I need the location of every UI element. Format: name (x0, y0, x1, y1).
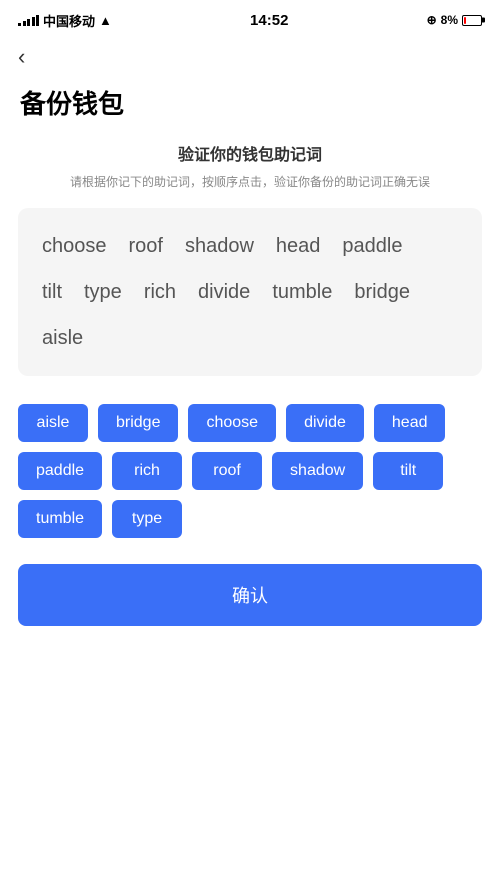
section-title: 验证你的钱包助记词 (0, 141, 500, 165)
clock: 14:52 (250, 12, 288, 29)
word-select-button[interactable]: bridge (98, 404, 178, 442)
word-select-button[interactable]: shadow (272, 452, 363, 490)
display-word: aisle (42, 320, 83, 356)
signal-icon (18, 14, 39, 26)
word-select-button[interactable]: roof (192, 452, 262, 490)
carrier-label: 中国移动 (43, 11, 95, 30)
word-select-button[interactable]: paddle (18, 452, 102, 490)
display-word: choose (42, 228, 107, 264)
status-right: ⊕ 8% (427, 13, 482, 27)
word-select-button[interactable]: rich (112, 452, 182, 490)
confirm-section: 确认 (0, 548, 500, 656)
word-display-list: choose roof shadow head paddle tilt type richdi… (42, 228, 458, 356)
battery-percent: 8% (441, 13, 458, 27)
display-word: rich (144, 274, 176, 310)
word-select-button[interactable]: tumble (18, 500, 102, 538)
display-word: paddle (342, 228, 402, 264)
display-word: roof (129, 228, 163, 264)
section-desc: 请根据你记下的助记词，按顺序点击，验证你备份的助记词正确无误 (0, 173, 500, 192)
display-word: type (84, 274, 122, 310)
word-select-button[interactable]: aisle (18, 404, 88, 442)
word-select-button[interactable]: head (374, 404, 446, 442)
status-left: 中国移动 ▲ (18, 11, 112, 30)
page-title: 备份钱包 (0, 74, 500, 141)
display-word: shadow (185, 228, 254, 264)
battery-icon (462, 15, 482, 26)
confirm-button[interactable]: 确认 (18, 564, 482, 626)
display-word: tumble (272, 274, 332, 310)
display-word: divide (198, 274, 250, 310)
word-select-button[interactable]: choose (188, 404, 276, 442)
word-buttons-area: aisle bridge choose divide head paddle richroo… (0, 394, 500, 548)
status-bar: 中国移动 ▲ 14:52 ⊕ 8% (0, 0, 500, 36)
display-word: tilt (42, 274, 62, 310)
network-icon: ⊕ (427, 13, 437, 27)
back-arrow-icon: ‹ (18, 44, 25, 69)
display-word: bridge (354, 274, 410, 310)
wifi-icon: ▲ (99, 13, 112, 28)
word-select-button[interactable]: type (112, 500, 182, 538)
display-word: head (276, 228, 321, 264)
back-button[interactable]: ‹ (0, 36, 43, 74)
word-select-button[interactable]: divide (286, 404, 364, 442)
word-display-area: choose roof shadow head paddle tilt type richdi… (18, 208, 482, 376)
word-select-button[interactable]: tilt (373, 452, 443, 490)
